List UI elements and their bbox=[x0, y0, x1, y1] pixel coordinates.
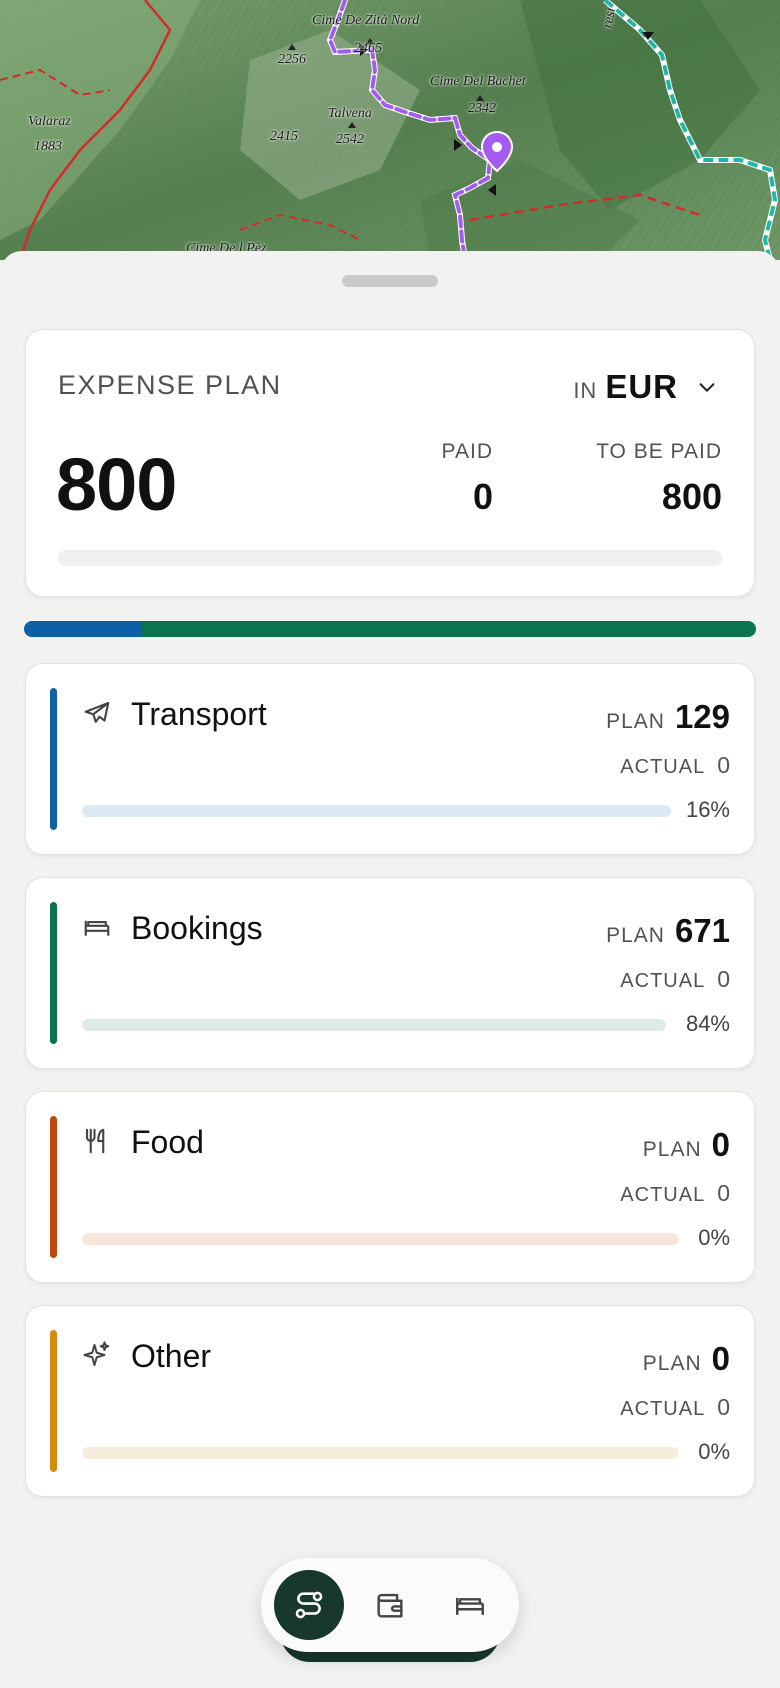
category-name: Transport bbox=[131, 696, 267, 732]
actual-label: ACTUAL bbox=[620, 756, 706, 778]
category-progress-bar bbox=[82, 1233, 679, 1245]
map-label: 2465 bbox=[354, 41, 382, 56]
category-color-stripe bbox=[50, 1330, 57, 1472]
category-progress-bar bbox=[82, 1447, 679, 1459]
category-percent: 0% bbox=[698, 1439, 730, 1464]
plan-value: 0 bbox=[711, 1340, 730, 1377]
map-view[interactable]: Cime De Zità Nord 2256 2465 Cime Del Bac… bbox=[0, 0, 780, 260]
map-terrain bbox=[0, 0, 780, 260]
plan-value: 671 bbox=[674, 912, 730, 949]
category-split-bar bbox=[24, 621, 756, 637]
category-percent: 84% bbox=[685, 1011, 730, 1036]
currency-select[interactable]: IN EUR bbox=[573, 368, 718, 406]
chevron-down-icon bbox=[699, 383, 715, 392]
nav-bookings-button[interactable] bbox=[435, 1570, 505, 1640]
nav-wallet-button[interactable] bbox=[355, 1570, 425, 1640]
category-actual: ACTUAL 0 bbox=[620, 966, 730, 993]
category-card-food[interactable]: Food PLAN 0 ACTUAL 0 0% bbox=[25, 1091, 755, 1283]
wallet-icon bbox=[377, 1593, 403, 1618]
nav-route-button[interactable] bbox=[274, 1570, 344, 1640]
to-be-paid-column: TO BE PAID 800 bbox=[596, 440, 722, 518]
category-progress-bar bbox=[82, 1019, 666, 1031]
utensils-icon bbox=[85, 1128, 105, 1154]
split-segment-bookings bbox=[141, 621, 756, 637]
plan-label: PLAN bbox=[606, 924, 665, 947]
plan-value: 129 bbox=[674, 698, 730, 735]
category-color-stripe bbox=[50, 902, 57, 1044]
category-plan: PLAN 129 bbox=[606, 698, 730, 736]
actual-value: 0 bbox=[717, 752, 730, 778]
category-color-stripe bbox=[50, 1116, 57, 1258]
plan-label: PLAN bbox=[642, 1352, 702, 1375]
map-label: 2256 bbox=[278, 52, 306, 67]
paid-label: PAID bbox=[441, 440, 493, 463]
category-actual: ACTUAL 0 bbox=[620, 752, 730, 779]
paid-column: PAID 0 bbox=[442, 440, 493, 518]
to-be-paid-value: 800 bbox=[661, 476, 722, 517]
actual-label: ACTUAL bbox=[620, 1184, 706, 1206]
category-actual: ACTUAL 0 bbox=[620, 1180, 730, 1207]
plan-label: PLAN bbox=[606, 710, 665, 733]
bed-icon bbox=[84, 920, 110, 936]
map-label: Talvena bbox=[328, 106, 372, 121]
actual-label: ACTUAL bbox=[620, 1398, 706, 1420]
map-label: 2342 bbox=[468, 101, 496, 116]
map-label: Cime De Zità Nord bbox=[312, 13, 420, 28]
map-label: Cime Del Bachet bbox=[430, 74, 526, 89]
sheet-drag-handle[interactable] bbox=[342, 275, 438, 287]
category-name: Bookings bbox=[131, 910, 263, 946]
actual-value: 0 bbox=[717, 1394, 730, 1420]
map-label: Valaraz bbox=[28, 114, 71, 129]
category-percent: 0% bbox=[698, 1225, 730, 1250]
category-card-bookings[interactable]: Bookings PLAN 671 ACTUAL 0 84% bbox=[25, 877, 755, 1069]
category-color-stripe bbox=[50, 688, 57, 830]
map-label: 2415 bbox=[270, 129, 298, 144]
total-amount: 800 bbox=[56, 443, 177, 526]
category-card-other[interactable]: Other PLAN 0 ACTUAL 0 0% bbox=[25, 1305, 755, 1497]
category-plan: PLAN 0 bbox=[643, 1126, 730, 1164]
bed-icon bbox=[456, 1597, 484, 1615]
bottom-nav bbox=[261, 1558, 519, 1652]
category-plan: PLAN 0 bbox=[643, 1340, 730, 1378]
actual-value: 0 bbox=[717, 966, 730, 992]
category-actual: ACTUAL 0 bbox=[620, 1394, 730, 1421]
category-progress-bar bbox=[82, 805, 671, 817]
currency-code: EUR bbox=[605, 368, 678, 405]
category-percent: 16% bbox=[685, 797, 730, 822]
category-card-transport[interactable]: Transport PLAN 129 ACTUAL 0 16% bbox=[25, 663, 755, 855]
paid-progress-bar bbox=[58, 550, 722, 566]
bottom-sheet: EXPENSE PLAN IN EUR 800 PAID 0 TO BE PAI… bbox=[0, 251, 780, 1688]
sparkles-icon bbox=[83, 1341, 110, 1366]
expense-summary-card: EXPENSE PLAN IN EUR 800 PAID 0 TO BE PAI… bbox=[25, 329, 755, 597]
plan-label: PLAN bbox=[642, 1138, 702, 1161]
category-plan: PLAN 671 bbox=[606, 912, 730, 950]
route-icon bbox=[295, 1591, 323, 1619]
airplane-icon bbox=[84, 701, 110, 723]
category-name: Food bbox=[131, 1124, 204, 1160]
split-segment-transport bbox=[24, 621, 142, 637]
plan-value: 0 bbox=[711, 1126, 730, 1163]
category-name: Other bbox=[131, 1338, 212, 1374]
map-label: 2542 bbox=[336, 132, 364, 147]
to-be-paid-label: TO BE PAID bbox=[596, 440, 722, 463]
paid-value: 0 bbox=[472, 476, 493, 517]
actual-label: ACTUAL bbox=[620, 970, 706, 992]
actual-value: 0 bbox=[717, 1180, 730, 1206]
currency-prefix: IN bbox=[573, 378, 598, 403]
expense-plan-title: EXPENSE PLAN bbox=[58, 370, 282, 400]
map-label: 1883 bbox=[34, 139, 62, 154]
